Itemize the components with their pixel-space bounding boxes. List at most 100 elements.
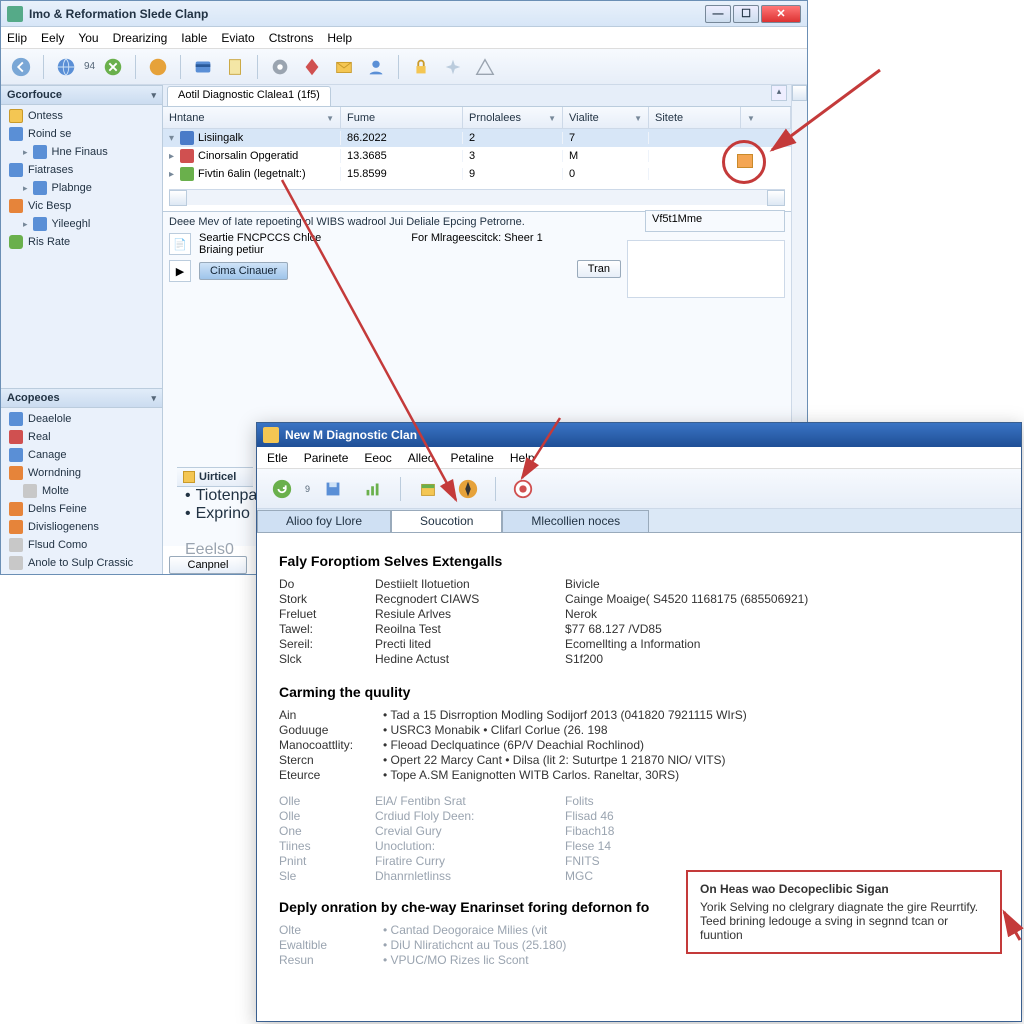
sidebar-item[interactable]: Molte: [1, 482, 162, 500]
user-icon[interactable]: [362, 53, 390, 81]
menu-item[interactable]: Help: [327, 31, 352, 45]
mini-tab[interactable]: Vf5t1Mme: [645, 210, 785, 232]
section-heading: Faly Foroptiom Selves Extengalls: [279, 553, 999, 569]
menu-item[interactable]: You: [78, 31, 98, 45]
lock-icon[interactable]: [407, 53, 435, 81]
refresh-icon[interactable]: [265, 472, 299, 506]
tab-active[interactable]: Soucotion: [391, 510, 502, 532]
gear-icon[interactable]: [266, 53, 294, 81]
app-icon: [263, 427, 279, 443]
detail-tabs: Alioo foy Llore Soucotion Mlecollien noc…: [257, 509, 1021, 533]
tab-scroll-up[interactable]: ▴: [771, 85, 787, 101]
panel-item[interactable]: •Exprino: [177, 505, 253, 523]
section-heading: Carming the quulity: [279, 684, 999, 700]
menu-item[interactable]: Elip: [7, 31, 27, 45]
menu-item[interactable]: Iable: [181, 31, 207, 45]
shield-icon[interactable]: [144, 53, 172, 81]
warning-icon[interactable]: [471, 53, 499, 81]
sidebar-item[interactable]: Fiatrases: [1, 161, 162, 179]
menu-item[interactable]: Petaline: [450, 451, 493, 465]
back-icon[interactable]: [7, 53, 35, 81]
panel-item[interactable]: •Tiotenpanri: [177, 487, 253, 505]
annotation-callout: On Heas wao Decopeclibic Sigan Yorik Sel…: [686, 870, 1002, 954]
sidebar-item[interactable]: ▸Yileeghl: [1, 215, 162, 233]
save-icon[interactable]: [316, 472, 350, 506]
sidebar-panel-header[interactable]: Gcorfouce: [1, 85, 162, 105]
menu-item[interactable]: Eeoc: [364, 451, 391, 465]
menu-item[interactable]: Eely: [41, 31, 64, 45]
menu-bar: Etle Parinete Eeoc Alleo Petaline Help: [257, 447, 1021, 469]
sidebar-item[interactable]: Divisliogenens: [1, 518, 162, 536]
column-header[interactable]: Fume: [341, 107, 463, 128]
command-button[interactable]: Cima Cinauer: [199, 262, 288, 280]
panel-title: Uirticel: [199, 471, 236, 483]
sidebar-item[interactable]: ▸Plabnge: [1, 179, 162, 197]
tab[interactable]: Alioo foy Llore: [257, 510, 391, 532]
scroll-up-icon[interactable]: [792, 85, 807, 101]
table-row[interactable]: Fivtin 6alin (legetnalt:)15.859990: [163, 165, 791, 183]
sidebar-panel-header[interactable]: Acopeoes: [1, 388, 162, 408]
column-header[interactable]: Vialite: [563, 107, 649, 128]
compass-icon[interactable]: [451, 472, 485, 506]
row-action-icon[interactable]: [737, 154, 753, 168]
grid-header: Hntane Fume Prnolalees Vialite Sitete: [163, 107, 791, 129]
maximize-button[interactable]: ☐: [733, 5, 759, 23]
sidebar-item[interactable]: Delns Feine: [1, 500, 162, 518]
sidebar-item[interactable]: Ontess: [1, 107, 162, 125]
sidebar-item[interactable]: Worndning: [1, 464, 162, 482]
main-toolbar: 94: [1, 49, 807, 85]
globe-icon[interactable]: [52, 53, 80, 81]
data-grid: Hntane Fume Prnolalees Vialite Sitete Li…: [163, 107, 791, 205]
document-icon[interactable]: [221, 53, 249, 81]
menu-item[interactable]: Eviato: [221, 31, 254, 45]
column-header[interactable]: [741, 107, 791, 128]
title-bar[interactable]: New M Diagnostic Clan: [257, 423, 1021, 447]
bottom-panel: Uirticel •Tiotenpanri •Exprino Eeels0: [177, 467, 253, 559]
command-icon[interactable]: ▶: [169, 260, 191, 282]
close-button[interactable]: ✕: [761, 5, 801, 23]
column-header[interactable]: Sitete: [649, 107, 741, 128]
left-sidebar: Gcorfouce OntessRoind se▸Hne FinausFiatr…: [1, 85, 163, 574]
menu-bar: Elip Eely You Drearizing Iable Eviato Ct…: [1, 27, 807, 49]
flag-icon[interactable]: [506, 472, 540, 506]
title-bar[interactable]: Imo & Reformation Slede Clanp — ☐ ✕: [1, 1, 807, 27]
menu-item[interactable]: Ctstrons: [269, 31, 314, 45]
menu-item[interactable]: Etle: [267, 451, 288, 465]
box-icon[interactable]: [411, 472, 445, 506]
diamond-icon[interactable]: [298, 53, 326, 81]
menu-item[interactable]: Drearizing: [113, 31, 168, 45]
menu-item[interactable]: Alleo: [408, 451, 435, 465]
sidebar-item[interactable]: Vic Besp: [1, 197, 162, 215]
table-row[interactable]: Lisiingalk86.202227: [163, 129, 791, 147]
sidebar-item[interactable]: Real: [1, 428, 162, 446]
details-icon: 📄: [169, 233, 191, 255]
sidebar-item[interactable]: Ris Rate: [1, 233, 162, 251]
horizontal-scrollbar[interactable]: [169, 189, 785, 205]
sidebar-item[interactable]: ▸Hne Finaus: [1, 143, 162, 161]
callout-title: On Heas wao Decopeclibic Sigan: [700, 882, 988, 896]
sidebar-item[interactable]: Roind se: [1, 125, 162, 143]
sparkle-icon[interactable]: [439, 53, 467, 81]
sidebar-item[interactable]: Anole to Sulp Crassic: [1, 554, 162, 572]
card-icon[interactable]: [189, 53, 217, 81]
refresh-icon[interactable]: [99, 53, 127, 81]
mini-panel: [627, 240, 785, 298]
tab-active[interactable]: Aotil Diagnostic Clalea1 (1f5): [167, 86, 331, 106]
tab[interactable]: Mlecollien noces: [502, 510, 649, 532]
column-header[interactable]: Prnolalees: [463, 107, 563, 128]
mail-icon[interactable]: [330, 53, 358, 81]
detail-label: Seartie FNCPCCS Chlce: [199, 232, 321, 244]
column-header[interactable]: Hntane: [163, 107, 341, 128]
sidebar-item[interactable]: Flsud Como: [1, 536, 162, 554]
sidebar-item[interactable]: Deaelole: [1, 410, 162, 428]
minimize-button[interactable]: —: [705, 5, 731, 23]
chart-icon[interactable]: [356, 472, 390, 506]
window-title: Imo & Reformation Slede Clanp: [29, 7, 705, 21]
window-title: New M Diagnostic Clan: [285, 428, 417, 442]
table-row[interactable]: Cinorsalin Opgeratid13.36853M: [163, 147, 791, 165]
detail-label: Briaing petiur: [199, 244, 543, 256]
menu-item[interactable]: Help: [510, 451, 535, 465]
tran-button[interactable]: Tran: [577, 260, 621, 278]
sidebar-item[interactable]: Canage: [1, 446, 162, 464]
menu-item[interactable]: Parinete: [304, 451, 349, 465]
